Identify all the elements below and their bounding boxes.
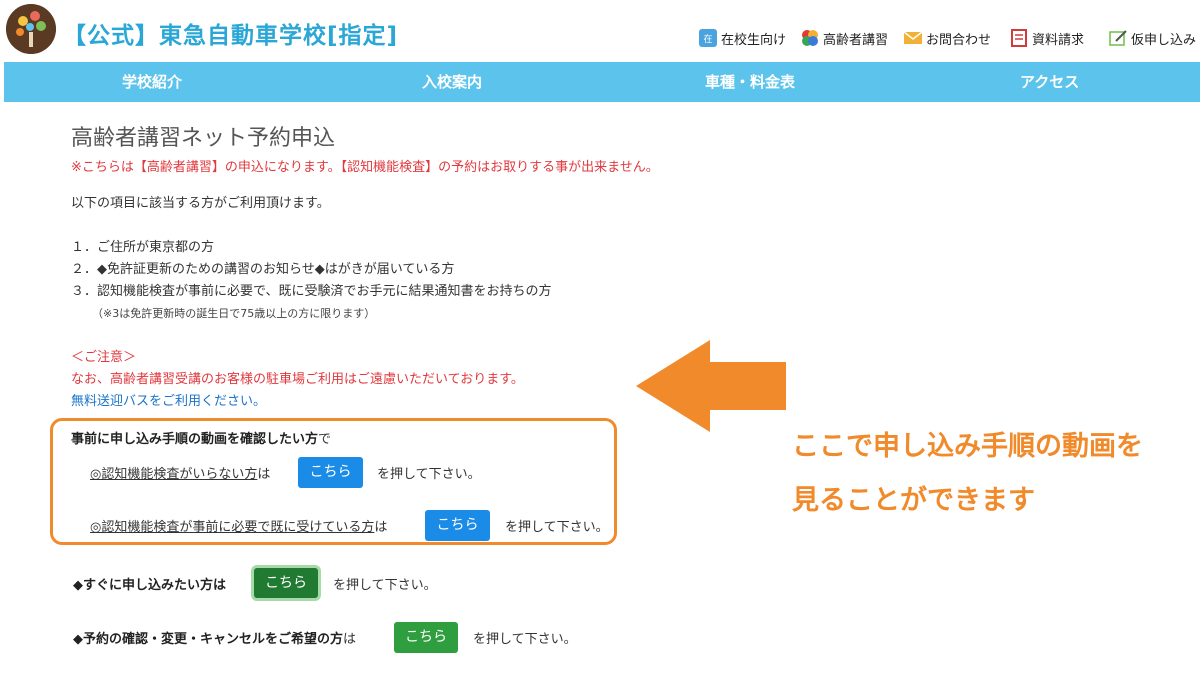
manage-label-bold: ◆予約の確認・変更・キャンセルをご希望の方 — [73, 632, 343, 647]
push-instruction: を押して下さい。 — [473, 632, 577, 647]
condition-item: ２．◆免許証更新のための講習のお知らせ◆はがきが届いている方 — [71, 262, 455, 277]
video-row-label: ◎認知機能検査がいらない方 — [90, 467, 258, 482]
bus-suffix: をご利用ください。 — [149, 394, 267, 409]
page-title: 高齢者講習ネット予約申込 — [71, 126, 336, 151]
util-link-materials[interactable]: 資料請求 — [1009, 28, 1084, 48]
util-link-senior[interactable]: 高齢者講習 — [800, 28, 888, 48]
condition-note: （※3は免許更新時の誕生日で75歳以上の方に限ります） — [92, 307, 376, 320]
utility-nav: 在 在校生向け 高齢者講習 お問合わせ 資料請求 仮申し込み — [0, 28, 1200, 52]
util-link-preapply[interactable]: 仮申し込み — [1108, 28, 1196, 48]
util-link-contact[interactable]: お問合わせ — [903, 28, 991, 48]
video-row-suffix: は — [374, 520, 388, 535]
svg-text:在: 在 — [703, 33, 712, 45]
mail-icon — [903, 28, 923, 48]
caution-text: なお、高齢者講習受講のお客様の駐車場ご利用はご遠慮いただいております。 — [71, 372, 524, 387]
video-test-done-button[interactable]: こちら — [425, 510, 490, 541]
nav-item-pricing[interactable]: 車種・料金表 — [705, 62, 795, 102]
site-header: 【公式】東急自動車学校[指定] 在 在校生向け 高齢者講習 お問合わせ 資料請求 — [0, 0, 1200, 62]
callout-line-2: 見ることができます — [792, 485, 1035, 516]
util-link-students[interactable]: 在 在校生向け — [698, 28, 786, 48]
util-link-label: 高齢者講習 — [823, 32, 889, 48]
manage-reservation-label: ◆予約の確認・変更・キャンセルをご希望の方は — [73, 628, 356, 647]
nav-item-access[interactable]: アクセス — [1020, 62, 1079, 102]
video-row-no-test: ◎認知機能検査がいらない方は — [90, 463, 270, 482]
notice-text: ※こちらは【高齢者講習】の申込になります。【認知機能検査】の予約はお取りする事が… — [71, 160, 659, 175]
util-link-label: お問合わせ — [926, 32, 992, 48]
video-row-test-done: ◎認知機能検査が事前に必要で既に受けている方は — [90, 516, 387, 535]
callout-line-1: ここで申し込み手順の動画を — [792, 431, 1143, 462]
push-instruction: を押して下さい。 — [505, 520, 609, 535]
util-link-label: 在校生向け — [721, 32, 787, 48]
caution-heading: ＜ご注意＞ — [71, 350, 137, 365]
apply-now-button[interactable]: こちら — [254, 568, 318, 598]
intro-text: 以下の項目に該当する方がご利用頂けます。 — [71, 196, 330, 211]
push-instruction: を押して下さい。 — [377, 467, 481, 482]
util-link-label: 仮申し込み — [1131, 32, 1197, 48]
condition-item: ３．認知機能検査が事前に必要で、既に受験済でお手元に結果通知書をお持ちの方 — [71, 284, 552, 299]
video-heading-bold: 事前に申し込み手順の動画を確認したい方 — [71, 432, 319, 447]
left-arrow-icon — [636, 340, 788, 436]
video-row-label: ◎認知機能検査が事前に必要で既に受けている方 — [90, 520, 375, 535]
senior-mark-icon — [800, 28, 820, 48]
video-box-heading: 事前に申し込み手順の動画を確認したい方で — [71, 428, 331, 447]
bus-line: 無料送迎バスをご利用ください。 — [71, 390, 266, 409]
student-icon: 在 — [698, 28, 718, 48]
document-icon — [1009, 28, 1029, 48]
manage-label-suffix: は — [343, 632, 357, 647]
push-instruction: を押して下さい。 — [333, 578, 437, 593]
main-nav: 学校紹介 入校案内 車種・料金表 アクセス — [4, 62, 1200, 102]
free-bus-link[interactable]: 無料送迎バス — [71, 394, 149, 409]
video-heading-suffix: で — [318, 432, 332, 447]
apply-now-label: ◆すぐに申し込みたい方は — [73, 578, 226, 593]
util-link-label: 資料請求 — [1032, 32, 1085, 48]
video-no-test-button[interactable]: こちら — [298, 457, 363, 488]
nav-item-admission[interactable]: 入校案内 — [422, 62, 482, 102]
nav-item-school-intro[interactable]: 学校紹介 — [122, 62, 182, 102]
condition-item: １．ご住所が東京都の方 — [71, 240, 215, 255]
video-row-suffix: は — [257, 467, 271, 482]
pencil-icon — [1108, 28, 1128, 48]
manage-reservation-button[interactable]: こちら — [394, 622, 458, 653]
